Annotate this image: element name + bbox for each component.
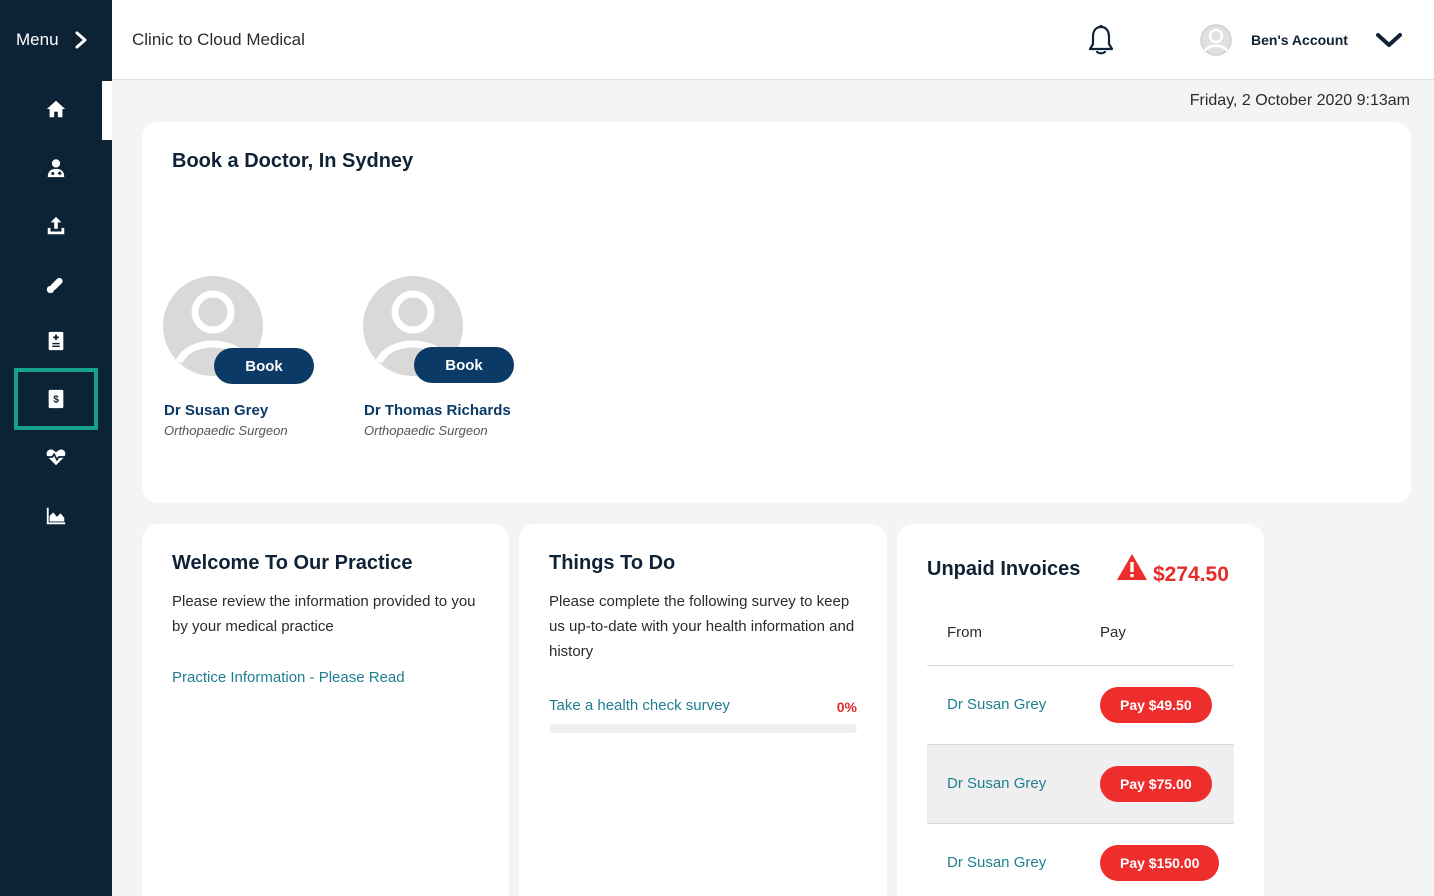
pay-button[interactable]: Pay $49.50 [1100,687,1212,723]
invoice-row: Dr Susan Grey Pay $75.00 [927,745,1234,824]
doctor-name[interactable]: Dr Susan Grey [164,402,268,419]
doctor-specialty: Orthopaedic Surgeon [164,423,288,438]
doctor-card: Book Dr Thomas Richards Orthopaedic Surg… [343,276,543,446]
column-header-from: From [947,624,982,641]
survey-progress-bar [549,724,857,733]
active-nav-highlight [14,368,98,430]
pay-button[interactable]: Pay $75.00 [1100,766,1212,802]
pills-icon [46,277,63,294]
invoice-row: Dr Susan Grey Pay $49.50 [927,666,1234,745]
warning-icon [1117,554,1147,580]
column-header-pay: Pay [1100,624,1126,641]
todo-text: Please complete the following survey to … [549,593,855,660]
current-date: Friday, 2 October 2020 9:13am [1189,92,1410,109]
area-chart-icon [46,507,66,525]
nav-doctors[interactable] [34,146,78,190]
invoice-from[interactable]: Dr Susan Grey [947,775,1046,792]
doctor-card: Book Dr Susan Grey Orthopaedic Surgeon [143,276,343,446]
user-avatar[interactable] [1200,24,1232,56]
invoice-from[interactable]: Dr Susan Grey [947,854,1046,871]
things-to-do-card: Things To Do Please complete the followi… [519,524,887,896]
book-doctor-title: Book a Doctor, In Sydney [172,150,414,172]
doctor-icon [47,159,65,178]
home-icon [46,100,66,118]
welcome-title: Welcome To Our Practice [172,552,413,574]
sidebar: Menu $ [0,0,112,896]
health-survey-link[interactable]: Take a health check survey [549,697,730,714]
app-title: Clinic to Cloud Medical [132,30,305,49]
chevron-down-icon[interactable] [1376,32,1402,48]
welcome-card: Welcome To Our Practice Please review th… [142,524,509,896]
menu-toggle-button[interactable]: Menu [0,0,112,80]
nav-medications[interactable] [34,262,78,306]
bell-icon[interactable] [1086,24,1116,56]
menu-label: Menu [16,30,59,49]
medical-file-icon [48,331,64,351]
invoices-total: $274.50 [1153,563,1229,586]
things-to-do-title: Things To Do [549,552,676,574]
top-bar: Clinic to Cloud Medical Ben's Account [112,0,1434,80]
invoices-title: Unpaid Invoices [927,558,1081,580]
practice-info-link[interactable]: Practice Information - Please Read [172,669,405,686]
upload-icon [47,216,65,235]
book-button[interactable]: Book [214,348,314,384]
active-tab-indicator [102,81,112,140]
nav-records[interactable] [34,319,78,363]
book-doctor-card: Book a Doctor, In Sydney Book Dr Susan G… [142,122,1411,503]
unpaid-invoices-card: Unpaid Invoices $274.50 From Pay Dr Susa… [897,524,1264,896]
welcome-text: Please review the information provided t… [172,593,476,635]
nav-home[interactable] [34,87,78,131]
nav-health[interactable] [34,435,78,479]
invoice-row: Dr Susan Grey Pay $150.00 [927,824,1234,896]
nav-upload[interactable] [34,204,78,248]
chevron-right-icon [75,31,87,49]
survey-progress-percent: 0% [836,699,857,715]
book-button[interactable]: Book [414,347,514,383]
doctor-name[interactable]: Dr Thomas Richards [364,402,511,419]
account-name[interactable]: Ben's Account [1251,32,1348,48]
nav-reports[interactable] [34,494,78,538]
heart-pulse-icon [46,449,66,466]
doctor-specialty: Orthopaedic Surgeon [364,423,488,438]
pay-button[interactable]: Pay $150.00 [1100,845,1220,881]
invoice-from[interactable]: Dr Susan Grey [947,696,1046,713]
